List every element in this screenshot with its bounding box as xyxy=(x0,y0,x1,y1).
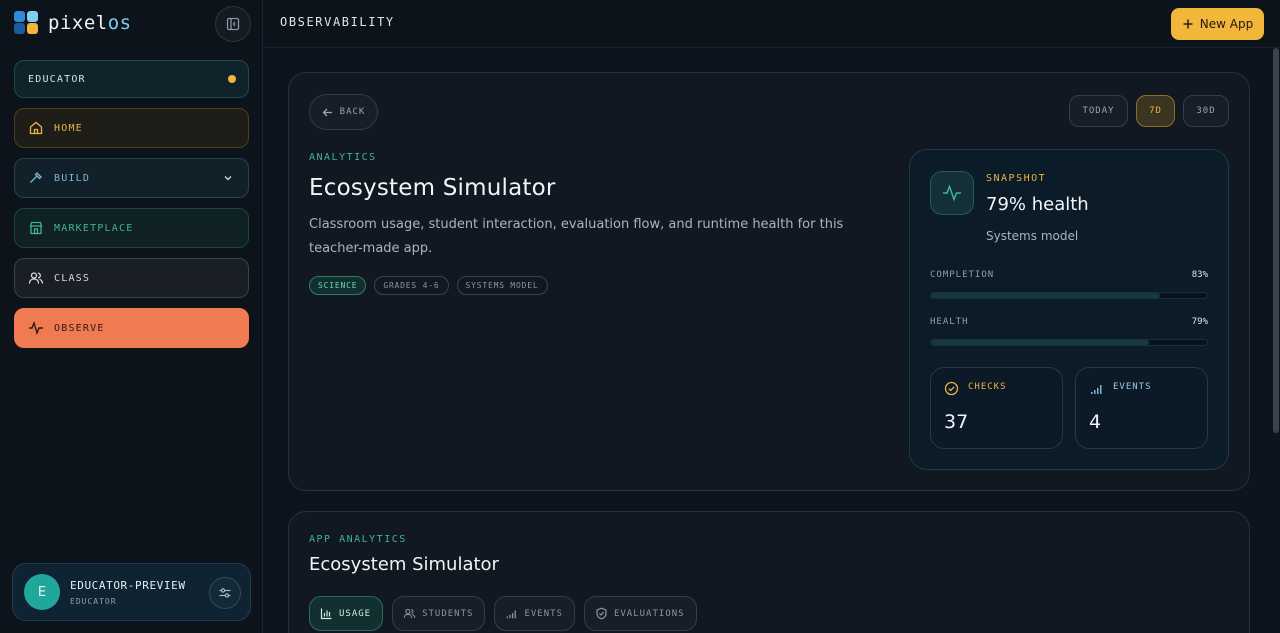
snapshot-subtitle: Systems model xyxy=(986,229,1079,243)
sidebar: pixelos EDUCATOR HOME BUILD MARKETPLACE … xyxy=(0,0,263,633)
tab-label: USAGE xyxy=(339,608,372,619)
home-icon xyxy=(28,120,44,136)
sliders-icon xyxy=(219,588,231,598)
range-30d-button[interactable]: 30D xyxy=(1183,95,1229,127)
plus-icon xyxy=(1183,19,1193,29)
signal-bars-icon xyxy=(507,610,517,619)
back-label: BACK xyxy=(339,107,366,117)
role-status-dot xyxy=(228,75,236,83)
chevron-down-icon[interactable] xyxy=(222,172,234,187)
sidebar-item-observe[interactable]: OBSERVE xyxy=(14,308,249,348)
role-selector[interactable]: EDUCATOR xyxy=(14,60,249,98)
top-bar: OBSERVABILITY New App xyxy=(264,0,1280,48)
check-circle-icon xyxy=(944,381,959,396)
hammer-icon xyxy=(28,170,44,186)
completion-progress-bar xyxy=(930,292,1208,299)
new-app-label: New App xyxy=(1199,17,1254,31)
tab-usage[interactable]: USAGE xyxy=(309,596,384,631)
users-icon xyxy=(403,608,416,619)
scrollbar-thumb[interactable] xyxy=(1273,48,1279,433)
user-name: EDUCATOR-PREVIEW xyxy=(70,579,186,592)
app-analytics-title: Ecosystem Simulator xyxy=(309,554,499,575)
app-description: Classroom usage, student interaction, ev… xyxy=(309,217,844,256)
tab-label: EVALUATIONS xyxy=(613,608,685,619)
role-label: EDUCATOR xyxy=(28,73,86,85)
tab-events[interactable]: EVENTS xyxy=(494,596,575,631)
tag-science: SCIENCE xyxy=(309,276,367,295)
sidebar-toggle-icon xyxy=(226,17,240,31)
bar-chart-icon xyxy=(320,608,332,620)
pulse-icon xyxy=(28,320,44,336)
events-value: 4 xyxy=(1089,411,1102,433)
tag-systems-model: SYSTEMS MODEL xyxy=(456,276,548,295)
user-role: EDUCATOR xyxy=(70,597,117,606)
arrow-left-icon xyxy=(322,108,332,116)
events-stat-card: EVENTS 4 xyxy=(1075,367,1208,449)
tag-list: SCIENCE GRADES 4-6 SYSTEMS MODEL xyxy=(309,276,548,295)
user-card: E EDUCATOR-PREVIEW EDUCATOR xyxy=(12,563,251,621)
events-label: EVENTS xyxy=(1113,382,1152,392)
health-progress-bar xyxy=(930,339,1208,346)
snapshot-panel: SNAPSHOT 79% health Systems model COMPLE… xyxy=(909,149,1229,470)
sidebar-item-label: CLASS xyxy=(54,272,91,284)
analytics-detail-card: BACK TODAY 7D 30D ANALYTICS Ecosystem Si… xyxy=(288,72,1250,491)
snapshot-label: SNAPSHOT xyxy=(986,173,1047,184)
pulse-icon xyxy=(930,171,974,215)
sidebar-item-build[interactable]: BUILD xyxy=(14,158,249,198)
section-eyebrow: APP ANALYTICS xyxy=(309,534,407,545)
range-7d-button[interactable]: 7D xyxy=(1136,95,1175,127)
sidebar-item-home[interactable]: HOME xyxy=(14,108,249,148)
signal-bars-icon xyxy=(1089,381,1104,396)
users-icon xyxy=(28,270,44,286)
collapse-sidebar-button[interactable] xyxy=(215,6,251,42)
pixelos-logo-icon xyxy=(14,11,39,35)
analytics-tabs: USAGE STUDENTS EVENTS EVALUATIONS xyxy=(309,596,697,631)
health-value: 79% xyxy=(1191,317,1208,327)
checks-stat-card: CHECKS 37 xyxy=(930,367,1063,449)
health-progress-fill xyxy=(931,340,1150,345)
completion-value: 83% xyxy=(1191,270,1208,280)
sidebar-item-label: OBSERVE xyxy=(54,322,105,334)
completion-label: COMPLETION xyxy=(930,270,995,280)
sidebar-item-label: MARKETPLACE xyxy=(54,222,134,234)
page-title: OBSERVABILITY xyxy=(280,15,395,29)
range-today-button[interactable]: TODAY xyxy=(1069,95,1128,127)
tag-grades: GRADES 4-6 xyxy=(374,276,449,295)
app-title: Ecosystem Simulator xyxy=(309,175,556,201)
brand-logo[interactable]: pixelos xyxy=(14,11,132,35)
tab-evaluations[interactable]: EVALUATIONS xyxy=(583,596,697,631)
shield-check-icon xyxy=(596,607,607,620)
new-app-button[interactable]: New App xyxy=(1171,8,1264,40)
tab-label: STUDENTS xyxy=(422,608,474,619)
checks-value: 37 xyxy=(944,411,969,433)
back-button[interactable]: BACK xyxy=(309,94,378,130)
completion-progress-fill xyxy=(931,293,1161,298)
app-analytics-card: APP ANALYTICS Ecosystem Simulator USAGE … xyxy=(288,511,1250,633)
sidebar-item-class[interactable]: CLASS xyxy=(14,258,249,298)
brand-name: pixelos xyxy=(48,12,132,34)
checks-label: CHECKS xyxy=(968,382,1007,392)
tab-label: EVENTS xyxy=(524,608,563,619)
sidebar-item-marketplace[interactable]: MARKETPLACE xyxy=(14,208,249,248)
sidebar-item-label: BUILD xyxy=(54,172,91,184)
health-label: HEALTH xyxy=(930,317,969,327)
user-settings-button[interactable] xyxy=(209,577,241,609)
avatar[interactable]: E xyxy=(24,574,60,610)
store-icon xyxy=(28,220,44,236)
section-eyebrow: ANALYTICS xyxy=(309,152,377,163)
tab-students[interactable]: STUDENTS xyxy=(392,596,486,631)
sidebar-item-label: HOME xyxy=(54,122,83,134)
snapshot-value: 79% health xyxy=(986,194,1089,215)
